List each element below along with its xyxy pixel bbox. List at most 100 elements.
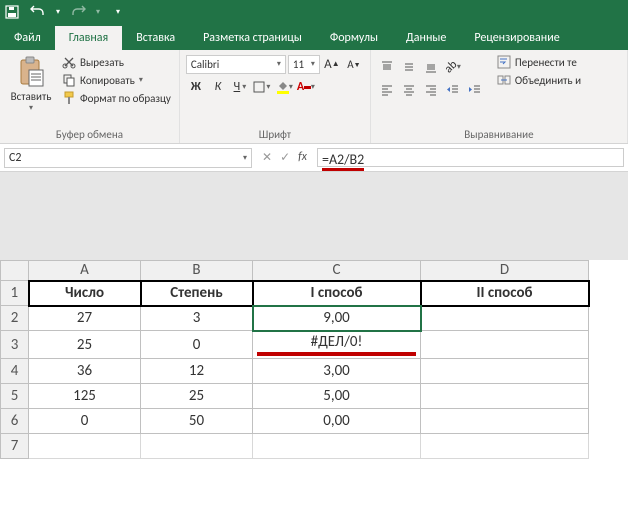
merge-icon xyxy=(497,73,511,87)
font-color-button[interactable]: A▾ xyxy=(296,77,316,97)
paste-button[interactable]: Вставить ▾ xyxy=(6,54,56,115)
row-header-7[interactable]: 7 xyxy=(1,434,29,459)
row-header-3[interactable]: 3 xyxy=(1,331,29,359)
align-left-icon xyxy=(380,83,394,97)
underline-button[interactable]: Ч▾ xyxy=(230,77,250,97)
cell-d6[interactable] xyxy=(421,409,589,434)
column-header-a[interactable]: A xyxy=(29,261,141,281)
font-name-combo[interactable]: Calibri ▾ xyxy=(186,55,286,74)
cell-b2[interactable]: 3 xyxy=(141,306,253,331)
align-right-icon xyxy=(424,83,438,97)
column-header-b[interactable]: B xyxy=(141,261,253,281)
cell-b1[interactable]: Степень xyxy=(141,281,253,306)
cell-d7[interactable] xyxy=(421,434,589,459)
column-header-d[interactable]: D xyxy=(421,261,589,281)
align-top-icon xyxy=(380,60,394,74)
cell-a2[interactable]: 27 xyxy=(29,306,141,331)
row-header-5[interactable]: 5 xyxy=(1,384,29,409)
decrease-font-button[interactable]: A▼ xyxy=(344,54,364,74)
row-header-1[interactable]: 1 xyxy=(1,281,29,306)
merge-button[interactable]: Объединить и xyxy=(495,72,583,88)
wrap-text-button[interactable]: Перенести те xyxy=(495,54,583,70)
redo-dropdown-icon[interactable]: ▾ xyxy=(96,7,100,17)
wrap-label: Перенести те xyxy=(515,56,577,69)
row-header-6[interactable]: 6 xyxy=(1,409,29,434)
tab-formulas[interactable]: Формулы xyxy=(316,26,392,50)
chevron-down-icon: ▾ xyxy=(311,59,315,69)
title-bar: ▾ ▾ ▾ xyxy=(0,0,628,24)
cell-d3[interactable] xyxy=(421,331,589,359)
paste-label: Вставить xyxy=(11,90,52,103)
cell-b7[interactable] xyxy=(141,434,253,459)
group-alignment: ab▾ Перенести те Объединить и xyxy=(371,50,628,143)
cell-b6[interactable]: 50 xyxy=(141,409,253,434)
redo-icon[interactable] xyxy=(70,4,86,20)
bold-button[interactable]: Ж xyxy=(186,77,206,97)
increase-indent-button[interactable] xyxy=(465,80,485,100)
undo-icon[interactable] xyxy=(30,4,46,20)
format-painter-button[interactable]: Формат по образцу xyxy=(60,90,173,106)
cell-d2[interactable] xyxy=(421,306,589,331)
cell-b4[interactable]: 12 xyxy=(141,359,253,384)
tab-home[interactable]: Главная xyxy=(55,26,122,50)
cell-c7[interactable] xyxy=(253,434,421,459)
cell-a1[interactable]: Число xyxy=(29,281,141,306)
font-size-combo[interactable]: 11 ▾ xyxy=(288,55,320,74)
enter-formula-icon[interactable]: ✓ xyxy=(280,150,290,165)
cell-a6[interactable]: 0 xyxy=(29,409,141,434)
wrap-icon xyxy=(497,55,511,69)
tab-layout[interactable]: Разметка страницы xyxy=(189,26,316,50)
cell-c5[interactable]: 5,00 xyxy=(253,384,421,409)
cell-a4[interactable]: 36 xyxy=(29,359,141,384)
decrease-indent-button[interactable] xyxy=(443,80,463,100)
save-icon[interactable] xyxy=(4,4,20,20)
cut-button[interactable]: Вырезать xyxy=(60,54,173,70)
alignment-group-label: Выравнивание xyxy=(377,126,621,141)
qat-customize-icon[interactable]: ▾ xyxy=(116,7,120,17)
font-size-value: 11 xyxy=(293,58,304,71)
tab-review[interactable]: Рецензирование xyxy=(460,26,573,50)
name-box[interactable]: C2 ▾ xyxy=(4,148,252,168)
fx-icon[interactable]: fx xyxy=(298,150,307,165)
tab-file[interactable]: Файл xyxy=(0,26,55,50)
cell-b5[interactable]: 25 xyxy=(141,384,253,409)
increase-font-button[interactable]: A▲ xyxy=(322,54,342,74)
align-bottom-button[interactable] xyxy=(421,57,441,77)
align-top-button[interactable] xyxy=(377,57,397,77)
cell-d4[interactable] xyxy=(421,359,589,384)
cell-c1[interactable]: I способ xyxy=(253,281,421,306)
ribbon-tabs: Файл Главная Вставка Разметка страницы Ф… xyxy=(0,24,628,50)
column-header-c[interactable]: C xyxy=(253,261,421,281)
align-center-button[interactable] xyxy=(399,80,419,100)
cell-c6[interactable]: 0,00 xyxy=(253,409,421,434)
row-header-2[interactable]: 2 xyxy=(1,306,29,331)
cell-a7[interactable] xyxy=(29,434,141,459)
tab-data[interactable]: Данные xyxy=(392,26,460,50)
row-header-4[interactable]: 4 xyxy=(1,359,29,384)
align-left-button[interactable] xyxy=(377,80,397,100)
fill-color-button[interactable]: ▾ xyxy=(274,77,294,97)
merge-label: Объединить и xyxy=(515,74,581,87)
cell-c2[interactable]: 9,00 xyxy=(253,306,421,331)
border-button[interactable]: ▾ xyxy=(252,77,272,97)
format-painter-label: Формат по образцу xyxy=(80,92,171,105)
formula-input[interactable]: =A2/B2 xyxy=(317,148,624,167)
copy-button[interactable]: Копировать ▾ xyxy=(60,72,173,88)
cell-a3[interactable]: 25 xyxy=(29,331,141,359)
align-middle-icon xyxy=(402,60,416,74)
chevron-down-icon: ▾ xyxy=(289,82,293,92)
cancel-formula-icon[interactable]: ✕ xyxy=(262,150,272,165)
align-middle-button[interactable] xyxy=(399,57,419,77)
select-all-corner[interactable] xyxy=(1,261,29,281)
align-right-button[interactable] xyxy=(421,80,441,100)
cell-c3[interactable]: #ДЕЛ/0! xyxy=(253,331,421,359)
cell-b3[interactable]: 0 xyxy=(141,331,253,359)
italic-button[interactable]: К xyxy=(208,77,228,97)
cell-c4[interactable]: 3,00 xyxy=(253,359,421,384)
orientation-button[interactable]: ab▾ xyxy=(443,57,463,77)
cell-a5[interactable]: 125 xyxy=(29,384,141,409)
tab-insert[interactable]: Вставка xyxy=(122,26,189,50)
cell-d1[interactable]: II способ xyxy=(421,281,589,306)
cell-d5[interactable] xyxy=(421,384,589,409)
undo-dropdown-icon[interactable]: ▾ xyxy=(56,7,60,17)
